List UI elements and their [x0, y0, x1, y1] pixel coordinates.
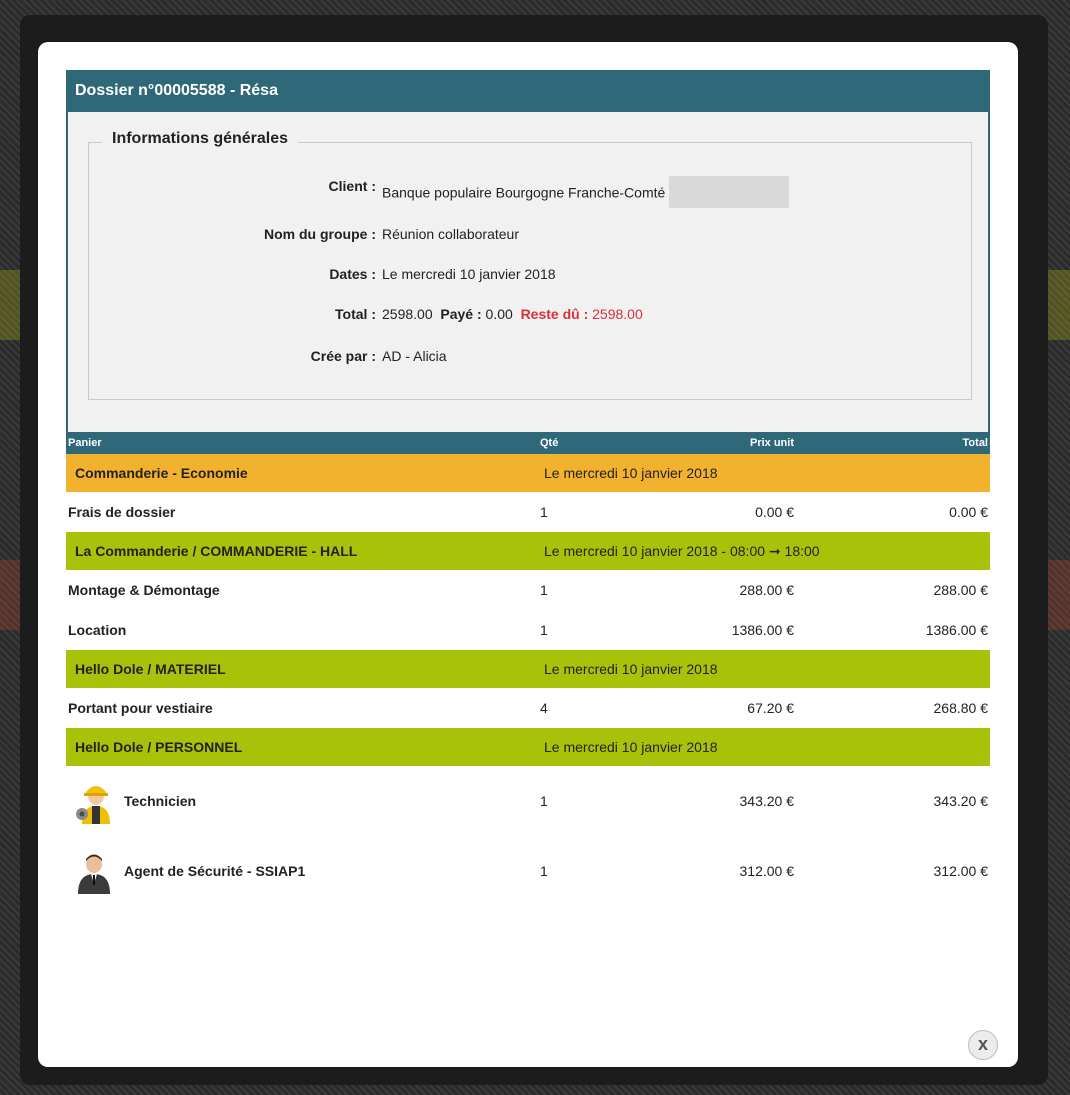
item-unit-price: 343.20 €	[739, 793, 795, 809]
total-label: Total :	[335, 306, 376, 322]
item-qty: 4	[540, 700, 548, 716]
remaining-label: Reste dû :	[520, 306, 589, 322]
cart-item: Technicien 1 343.20 € 343.20 €	[66, 766, 990, 836]
redacted-block	[669, 176, 790, 208]
cart-item: Agent de Sécurité - SSIAP1 1 312.00 € 31…	[66, 836, 990, 906]
col-total: Total	[962, 437, 988, 449]
group-date: Le mercredi 10 janvier 2018	[544, 465, 718, 481]
item-unit-price: 67.20 €	[747, 700, 794, 716]
total-value: 2598.00	[382, 306, 433, 322]
cart-group: Hello Dole / PERSONNEL Le mercredi 10 ja…	[66, 728, 990, 766]
group-date: Le mercredi 10 janvier 2018	[544, 739, 718, 755]
item-name: Portant pour vestiaire	[68, 700, 213, 716]
item-name: Technicien	[124, 793, 197, 809]
paid-label: Payé :	[440, 306, 482, 322]
dates-row: Dates : Le mercredi 10 janvier 2018	[68, 266, 968, 290]
dates-label: Dates :	[329, 266, 376, 282]
item-total: 343.20 €	[933, 793, 989, 809]
item-qty: 1	[540, 622, 548, 638]
item-name: Frais de dossier	[68, 504, 176, 520]
col-qty: Qté	[540, 437, 559, 449]
cart-item: Montage & Démontage 1 288.00 € 288.00 €	[66, 570, 990, 610]
cart-table: Panier Qté Prix unit Total Commanderie -…	[66, 434, 990, 906]
item-unit-price: 312.00 €	[739, 863, 795, 879]
total-row: Total : 2598.00 Payé : 0.00 Reste dû : 2…	[68, 306, 968, 330]
item-total: 268.80 €	[933, 700, 989, 716]
item-total: 288.00 €	[933, 582, 989, 598]
dossier-title: Dossier n°00005588 - Résa	[66, 70, 990, 112]
created-value: AD - Alicia	[382, 348, 447, 364]
general-info-panel: Informations générales Client : Banque p…	[66, 112, 990, 434]
group-date: Le mercredi 10 janvier 2018 - 08:00 ➞ 18…	[544, 543, 820, 559]
close-icon[interactable]: x	[978, 1034, 988, 1054]
item-total: 0.00 €	[949, 504, 988, 520]
group-value: Réunion collaborateur	[382, 226, 519, 242]
cart-item: Portant pour vestiaire 4 67.20 € 268.80 …	[66, 688, 990, 728]
client-label: Client :	[328, 178, 376, 194]
client-value: Banque populaire Bourgogne Franche-Comté	[382, 184, 666, 201]
client-row: Client : Banque populaire Bourgogne Fran…	[68, 176, 968, 208]
group-name: Hello Dole / MATERIEL	[75, 661, 226, 677]
item-qty: 1	[540, 863, 548, 879]
created-row: Crée par : AD - Alicia	[68, 348, 968, 372]
col-panier: Panier	[68, 437, 102, 449]
group-label: Nom du groupe :	[264, 226, 376, 242]
dates-value: Le mercredi 10 janvier 2018	[382, 266, 556, 282]
technician-icon	[76, 786, 110, 824]
item-total: 312.00 €	[933, 863, 989, 879]
cart-header: Panier Qté Prix unit Total	[66, 434, 990, 454]
remaining-value: 2598.00	[592, 306, 643, 322]
item-qty: 1	[540, 582, 548, 598]
item-qty: 1	[540, 504, 548, 520]
item-unit-price: 0.00 €	[755, 504, 794, 520]
group-name: Hello Dole / PERSONNEL	[75, 739, 243, 755]
item-name: Location	[68, 622, 127, 638]
cart-group: Commanderie - Economie Le mercredi 10 ja…	[66, 454, 990, 492]
item-unit-price: 288.00 €	[739, 582, 795, 598]
close-button[interactable]: x	[968, 1030, 998, 1060]
security-agent-icon	[78, 854, 110, 894]
group-row: Nom du groupe : Réunion collaborateur	[68, 226, 968, 250]
item-total: 1386.00 €	[925, 622, 988, 638]
item-name: Agent de Sécurité - SSIAP1	[124, 863, 306, 879]
cart-item: Frais de dossier 1 0.00 € 0.00 €	[66, 492, 990, 532]
item-unit-price: 1386.00 €	[731, 622, 794, 638]
group-date: Le mercredi 10 janvier 2018	[544, 661, 718, 677]
paid-value: 0.00	[485, 306, 513, 322]
cart-item: Location 1 1386.00 € 1386.00 €	[66, 610, 990, 650]
group-name: La Commanderie / COMMANDERIE - HALL	[75, 543, 358, 559]
col-unit-price: Prix unit	[749, 437, 794, 449]
cart-group: Hello Dole / MATERIEL Le mercredi 10 jan…	[66, 650, 990, 688]
info-legend: Informations générales	[102, 130, 299, 148]
item-qty: 1	[540, 793, 548, 809]
created-label: Crée par :	[310, 348, 376, 364]
item-name: Montage & Démontage	[68, 582, 220, 598]
dossier-modal: Dossier n°00005588 - Résa Informations g…	[38, 42, 1018, 1067]
cart-group: La Commanderie / COMMANDERIE - HALL Le m…	[66, 532, 990, 570]
group-name: Commanderie - Economie	[75, 465, 248, 481]
